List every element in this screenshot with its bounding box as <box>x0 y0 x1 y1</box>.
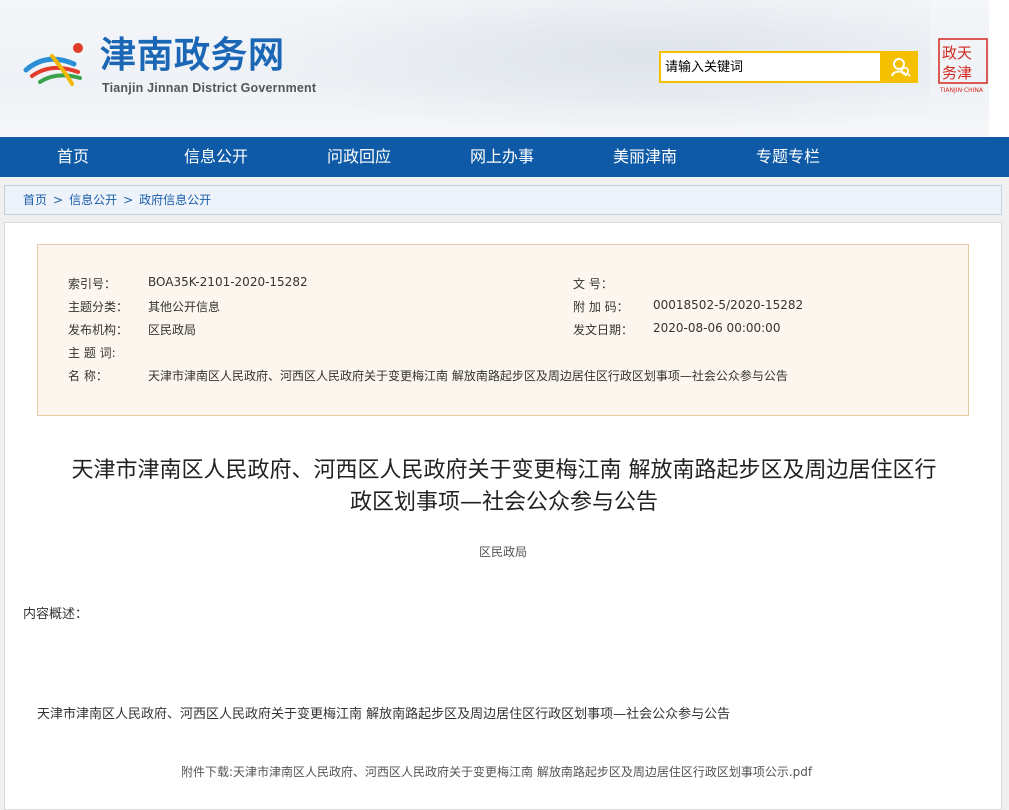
svg-text:务津: 务津 <box>942 64 972 82</box>
main-nav: 首页 信息公开 问政回应 网上办事 美丽津南 专题专栏 <box>0 137 1009 177</box>
site-title[interactable]: 津南政务网 <box>100 34 285 78</box>
date-value: 2020-08-06 00:00:00 <box>653 321 781 335</box>
attachment-line: 附件下载:天津市津南区人民政府、河西区人民政府关于变更梅江南 解放南路起步区及周… <box>181 763 812 780</box>
doc-no-label: 文 号： <box>573 277 613 291</box>
index-value: BOA35K-2101-2020-15282 <box>148 275 308 289</box>
document-title-line2: 政区划事项—社会公众参与公告 <box>349 490 658 515</box>
document-body: 天津市津南区人民政府、河西区人民政府关于变更梅江南 解放南路起步区及周边居住区行… <box>37 707 731 722</box>
seal-caption: TIANJIN·CHINA <box>939 87 984 94</box>
publisher-value: 区民政局 <box>148 323 197 337</box>
breadcrumb-home[interactable]: 首页 <box>23 193 47 207</box>
nav-item-online-services[interactable]: 网上办事 <box>442 137 562 177</box>
document-title-line1: 天津市津南区人民政府、河西区人民政府关于变更梅江南 解放南路起步区及周边居住区行 <box>71 458 937 483</box>
breadcrumb-info-disclosure[interactable]: 信息公开 <box>69 193 117 207</box>
site-header: 津南政务网 Tianjin Jinnan District Government… <box>0 0 1009 137</box>
publisher-label: 发布机构： <box>68 323 129 337</box>
search-input[interactable] <box>661 53 880 81</box>
site-subtitle: Tianjin Jinnan District Government <box>102 81 317 95</box>
seal-icon[interactable]: 政天 务津 TIANJIN·CHINA <box>938 38 990 94</box>
nav-item-home[interactable]: 首页 <box>13 137 133 177</box>
nav-item-inquiry-response[interactable]: 问政回应 <box>299 137 419 177</box>
attach-no-label: 附 加 码： <box>573 300 629 314</box>
content-panel: 索引号： BOA35K-2101-2020-15282 文 号： 主题分类： 其… <box>4 222 1002 810</box>
svg-text:政天: 政天 <box>942 44 972 62</box>
logo-icon[interactable] <box>22 36 94 86</box>
search-field[interactable] <box>659 51 882 83</box>
attachment-link[interactable]: 附件下载:天津市津南区人民政府、河西区人民政府关于变更梅江南 解放南路起步区及周… <box>181 765 812 779</box>
nav-item-beautiful-jinnan[interactable]: 美丽津南 <box>585 137 705 177</box>
document-metadata: 索引号： BOA35K-2101-2020-15282 文 号： 主题分类： 其… <box>37 244 969 416</box>
header-edge <box>989 0 1009 137</box>
category-value: 其他公开信息 <box>148 300 221 314</box>
summary-label: 内容概述： <box>23 607 89 622</box>
name-value: 天津市津南区人民政府、河西区人民政府关于变更梅江南 解放南路起步区及周边居住区行… <box>148 369 788 383</box>
breadcrumb: 首页 > 信息公开 > 政府信息公开 <box>4 185 1002 215</box>
document-organization: 区民政局 <box>478 545 527 559</box>
nav-item-special-topics[interactable]: 专题专栏 <box>728 137 848 177</box>
breadcrumb-separator: > <box>53 193 64 207</box>
breadcrumb-gov-info[interactable]: 政府信息公开 <box>139 193 211 207</box>
date-label: 发文日期： <box>573 323 634 337</box>
search-icon <box>891 58 911 77</box>
breadcrumb-separator: > <box>123 193 134 207</box>
document-title: 天津市津南区人民政府、河西区人民政府关于变更梅江南 解放南路起步区及周边居住区行… <box>21 455 987 519</box>
search-button[interactable] <box>882 51 918 83</box>
nav-item-info-disclosure[interactable]: 信息公开 <box>156 137 276 177</box>
index-label: 索引号： <box>68 277 117 291</box>
category-label: 主题分类： <box>68 300 129 314</box>
attach-no-value: 00018502-5/2020-15282 <box>653 298 804 312</box>
keywords-label: 主 题 词: <box>68 346 116 360</box>
name-label: 名 称： <box>68 369 108 383</box>
